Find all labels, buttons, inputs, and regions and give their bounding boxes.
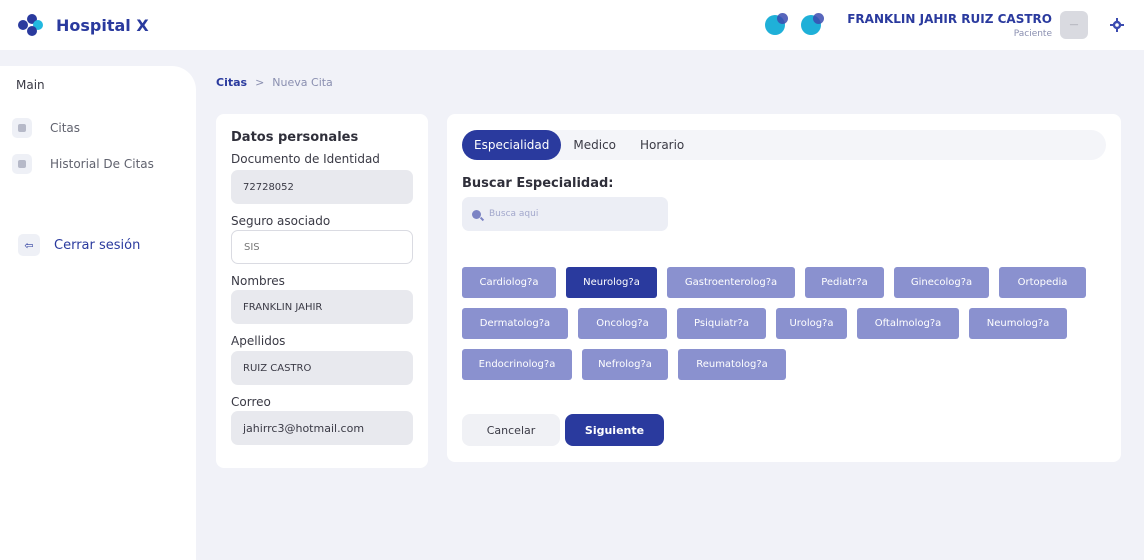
specialty-chip[interactable]: Pediatr?a (805, 267, 884, 298)
document-label: Documento de Identidad (231, 152, 380, 166)
history-icon (12, 154, 32, 174)
breadcrumb-parent[interactable]: Citas (216, 76, 247, 89)
logout-icon: ⇦ (18, 234, 40, 256)
specialty-chip[interactable]: Cardiolog?a (462, 267, 556, 298)
hospital-logo-icon (18, 14, 46, 36)
specialty-chip-selected[interactable]: Neurolog?a (566, 267, 657, 298)
names-label: Nombres (231, 274, 285, 288)
sidebar-section-title: Main (16, 78, 45, 92)
surnames-field[interactable]: RUIZ CASTRO (231, 351, 413, 385)
breadcrumb-current: Nueva Cita (272, 76, 333, 89)
email-field[interactable]: jahirrc3@hotmail.com (231, 411, 413, 445)
names-field[interactable]: FRANKLIN JAHIR (231, 290, 413, 324)
logout-label: Cerrar sesión (54, 237, 141, 253)
user-info: FRANKLIN JAHIR RUIZ CASTRO Paciente (847, 12, 1052, 39)
user-name: FRANKLIN JAHIR RUIZ CASTRO (847, 11, 1052, 26)
specialty-chip[interactable]: Urolog?a (776, 308, 847, 339)
tab-medico[interactable]: Medico (561, 130, 628, 160)
insurance-field[interactable]: SIS (231, 230, 413, 264)
specialty-chip[interactable]: Reumatolog?a (678, 349, 786, 380)
specialty-chip[interactable]: Ortopedia (999, 267, 1086, 298)
gear-icon[interactable] (1110, 18, 1124, 32)
cancel-button[interactable]: Cancelar (462, 414, 560, 446)
specialty-chip[interactable]: Neumolog?a (969, 308, 1067, 339)
tab-horario[interactable]: Horario (628, 130, 696, 160)
specialty-list: Cardiolog?a Neurolog?a Gastroenterolog?a… (462, 267, 1102, 390)
search-icon (472, 209, 481, 219)
brand-name: Hospital X (56, 15, 149, 35)
calendar-icon (12, 118, 32, 138)
sidebar-item-label: Citas (50, 121, 81, 135)
search-placeholder: Busca aqui (489, 209, 539, 219)
search-title: Buscar Especialidad: (462, 176, 614, 191)
specialty-chip[interactable]: Dermatolog?a (462, 308, 568, 339)
surnames-label: Apellidos (231, 334, 286, 348)
personal-data-card: Datos personales Documento de Identidad … (216, 114, 428, 468)
logo[interactable]: Hospital X (18, 14, 149, 36)
specialty-chip[interactable]: Oftalmolog?a (857, 308, 959, 339)
specialty-chip[interactable]: Endocrinolog?a (462, 349, 572, 380)
chat-icon[interactable] (765, 13, 789, 35)
search-input[interactable]: Busca aqui (462, 197, 668, 231)
step-tabs: Especialidad Medico Horario (462, 130, 1106, 160)
specialty-chip[interactable]: Gastroenterolog?a (667, 267, 795, 298)
insurance-label: Seguro asociado (231, 214, 331, 228)
specialty-chip[interactable]: Ginecolog?a (894, 267, 989, 298)
tab-especialidad[interactable]: Especialidad (462, 130, 562, 160)
sidebar-item-historial[interactable]: Historial De Citas (12, 154, 154, 174)
document-field[interactable]: 72728052 (231, 170, 413, 204)
specialty-chip[interactable]: Oncolog?a (578, 308, 667, 339)
sidebar-item-citas[interactable]: Citas (12, 118, 80, 138)
personal-data-title: Datos personales (231, 130, 359, 145)
breadcrumb-separator: > (255, 76, 265, 89)
breadcrumb: Citas > Nueva Cita (216, 76, 333, 89)
top-bar: Hospital X FRANKLIN JAHIR RUIZ CASTRO Pa… (0, 0, 1144, 50)
user-role: Paciente (1013, 28, 1052, 39)
specialty-chip[interactable]: Nefrolog?a (582, 349, 668, 380)
sidebar: Main Citas Historial De Citas ⇦ Cerrar s… (0, 66, 196, 560)
logout-button[interactable]: ⇦ Cerrar sesión (18, 234, 140, 256)
appointment-card: Especialidad Medico Horario Buscar Espec… (447, 114, 1121, 462)
avatar[interactable]: — (1060, 11, 1088, 39)
sidebar-item-label: Historial De Citas (50, 157, 154, 171)
specialty-chip[interactable]: Psiquiatr?a (677, 308, 766, 339)
notification-bell-icon[interactable] (801, 13, 825, 35)
next-button[interactable]: Siguiente (565, 414, 664, 446)
email-label: Correo (231, 395, 271, 409)
